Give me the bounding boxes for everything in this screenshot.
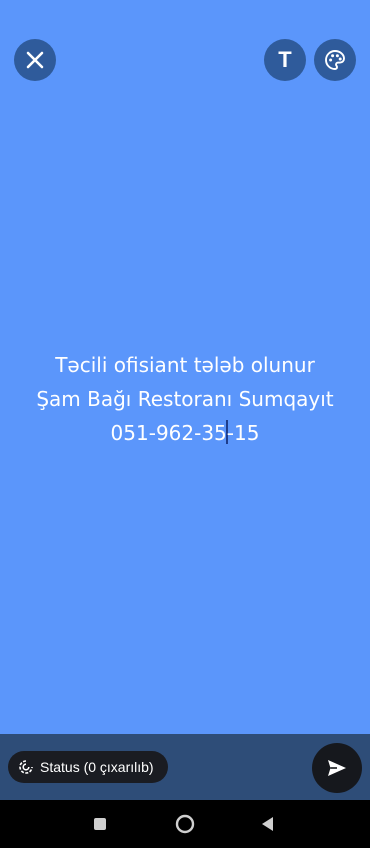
back-button[interactable]	[256, 812, 280, 836]
background-color-button[interactable]	[314, 39, 356, 81]
status-bottom-bar: Status (0 çıxarılıb)	[0, 734, 370, 800]
close-icon	[26, 51, 44, 69]
system-navigation-bar	[0, 800, 370, 848]
text-style-button[interactable]: T	[264, 39, 306, 81]
home-icon	[175, 814, 195, 834]
status-text-line: Şam Bağı Restoranı Sumqayıt	[36, 387, 334, 411]
back-icon	[262, 817, 273, 831]
close-button[interactable]	[14, 39, 56, 81]
home-button[interactable]	[173, 812, 197, 836]
palette-icon	[325, 50, 345, 70]
status-text-editor[interactable]: Təcili ofisiant tələb olunur Şam Bağı Re…	[0, 348, 370, 450]
status-text-line: Təcili ofisiant tələb olunur	[55, 353, 315, 377]
status-canvas[interactable]: T Təcili ofisiant tələb olunur Şam Bağı …	[0, 0, 370, 734]
recents-button[interactable]	[88, 812, 112, 836]
status-text-line: 051-962-35-15	[0, 416, 370, 450]
status-pill-label: Status (0 çıxarılıb)	[40, 759, 154, 775]
phone-text-end: -15	[226, 421, 260, 445]
text-icon: T	[278, 47, 292, 72]
recents-icon	[94, 818, 106, 830]
status-privacy-pill[interactable]: Status (0 çıxarılıb)	[8, 751, 168, 783]
phone-text-start: 051-962-35	[110, 421, 227, 445]
send-button[interactable]	[312, 743, 362, 793]
send-icon	[328, 760, 346, 776]
status-icon	[19, 760, 33, 774]
